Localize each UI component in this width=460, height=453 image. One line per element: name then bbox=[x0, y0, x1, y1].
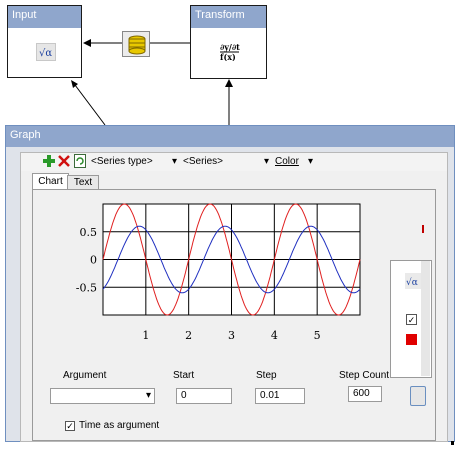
sqrt-alpha-icon: √α bbox=[36, 43, 56, 61]
graph-content: <Series type> ▾ <Series> ▾ Color ▾ Chart… bbox=[20, 152, 448, 442]
database-icon[interactable] bbox=[122, 31, 150, 57]
y-tick-label: 0 bbox=[90, 254, 97, 267]
transform-node-title: Transform bbox=[191, 6, 266, 28]
resize-grip[interactable] bbox=[451, 441, 454, 445]
tab-text[interactable]: Text bbox=[67, 175, 99, 190]
refresh-icon[interactable] bbox=[74, 154, 86, 168]
x-tick-label: 2 bbox=[185, 329, 192, 342]
y-tick-label: 0.5 bbox=[80, 226, 98, 239]
x-tick-label: 3 bbox=[228, 329, 235, 342]
start-value: 0 bbox=[181, 390, 187, 401]
chevron-down-icon: ▾ bbox=[145, 390, 151, 401]
delete-icon[interactable] bbox=[58, 155, 70, 167]
svg-text:√α: √α bbox=[406, 277, 418, 288]
chevron-down-icon: ▾ bbox=[307, 156, 313, 167]
marker-red bbox=[422, 225, 424, 233]
series-side-list[interactable]: √α ✓ bbox=[390, 260, 432, 378]
scrollbar[interactable] bbox=[421, 261, 430, 376]
step-label: Step bbox=[256, 370, 277, 381]
step-value: 0.01 bbox=[260, 390, 280, 401]
svg-text:f(x): f(x) bbox=[220, 52, 236, 61]
step-count-label: Step Count bbox=[339, 370, 390, 381]
svg-text:√α: √α bbox=[39, 48, 52, 59]
series-toolbar: <Series type> ▾ <Series> ▾ Color ▾ bbox=[21, 153, 447, 171]
series-select[interactable]: <Series> ▾ bbox=[183, 155, 271, 169]
step-count-value: 600 bbox=[353, 388, 370, 399]
color-select[interactable]: Color ▾ bbox=[275, 155, 315, 169]
svg-text:∂y/∂t: ∂y/∂t bbox=[220, 42, 240, 52]
series-type-select[interactable]: <Series type> ▾ bbox=[91, 155, 179, 169]
series-visible-checkbox[interactable]: ✓ bbox=[406, 314, 417, 325]
start-input[interactable]: 0 bbox=[176, 388, 232, 404]
chevron-down-icon: ▾ bbox=[263, 156, 269, 167]
input-node-title: Input bbox=[8, 6, 81, 28]
color-label: Color bbox=[275, 156, 299, 167]
graph-window[interactable]: Graph <Series type> ▾ <Series> ▾ Color ▾… bbox=[5, 125, 455, 442]
chart-panel: 1 2 3 4 5 0.5 0 -0.5 √α ✓ Argument Start Step S… bbox=[32, 189, 436, 441]
chevron-down-icon: ▾ bbox=[171, 156, 177, 167]
series-value: <Series> bbox=[183, 156, 224, 167]
start-label: Start bbox=[173, 370, 195, 381]
argument-label: Argument bbox=[63, 370, 107, 381]
time-as-argument-label: Time as argument bbox=[79, 420, 160, 431]
step-input[interactable]: 0.01 bbox=[255, 388, 305, 404]
argument-select[interactable]: ▾ bbox=[50, 388, 155, 404]
input-node[interactable]: Input √α bbox=[7, 5, 82, 78]
step-count-input[interactable]: 600 bbox=[348, 386, 382, 402]
series-type-value: <Series type> bbox=[91, 156, 153, 167]
add-icon[interactable] bbox=[43, 155, 55, 167]
x-tick-label: 5 bbox=[314, 329, 321, 342]
series-color-swatch[interactable] bbox=[406, 334, 417, 345]
apply-button[interactable] bbox=[410, 386, 426, 406]
y-tick-label: -0.5 bbox=[76, 281, 97, 294]
graph-window-title: Graph bbox=[6, 126, 454, 147]
x-tick-label: 4 bbox=[271, 329, 278, 342]
transform-node[interactable]: Transform ∂y/∂t f(x) bbox=[190, 5, 267, 79]
time-as-argument-checkbox[interactable]: ✓ bbox=[65, 421, 75, 431]
x-tick-label: 1 bbox=[142, 329, 149, 342]
formula-icon: ∂y/∂t f(x) bbox=[219, 41, 241, 62]
